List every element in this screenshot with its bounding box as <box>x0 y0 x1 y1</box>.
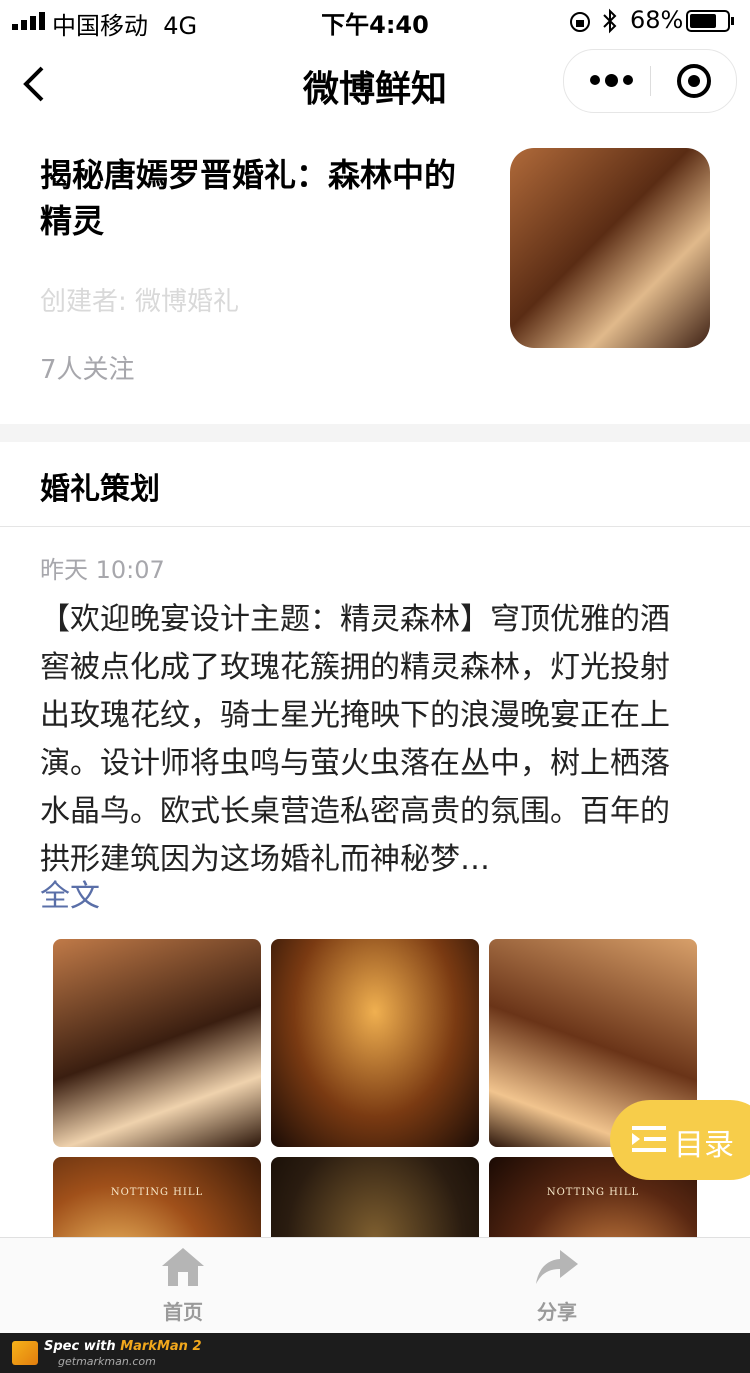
post-image[interactable] <box>53 939 261 1147</box>
topic-title: 揭秘唐嫣罗晋婚礼：森林中的精灵 <box>40 156 457 240</box>
tab-share[interactable]: 分享 <box>497 1246 617 1325</box>
tab-home-label: 首页 <box>163 1300 203 1324</box>
markman-url: getmarkman.com <box>58 1355 156 1368</box>
image-brand-text: NOTTING HILL <box>546 1187 640 1198</box>
markman-footer: Spec with MarkMan 2 getmarkman.com <box>0 1333 750 1373</box>
tab-home[interactable]: 首页 <box>123 1246 243 1325</box>
section-title: 婚礼策划 <box>40 472 160 507</box>
battery-percent: 68% <box>630 6 684 34</box>
list-icon <box>632 1126 666 1152</box>
post-image[interactable] <box>271 939 479 1147</box>
post-text: 【欢迎晚宴设计主题：精灵森林】穹顶优雅的酒窖被点化成了玫瑰花簇拥的精灵森林，灯光… <box>40 602 670 877</box>
more-icon[interactable] <box>590 74 638 87</box>
close-program-icon[interactable] <box>677 64 711 98</box>
topic-cover-image <box>510 148 710 348</box>
topic-creator: 创建者: 微博婚礼 <box>40 287 240 317</box>
post-timestamp: 昨天 10:07 <box>40 556 165 584</box>
toc-label: 目录 <box>674 1128 734 1163</box>
section-gap <box>0 424 750 442</box>
bluetooth-icon <box>603 8 617 34</box>
tab-share-label: 分享 <box>537 1300 577 1324</box>
status-bar: 中国移动 4G 下午4:40 68% <box>0 0 750 40</box>
markman-logo-icon <box>12 1341 38 1365</box>
rotation-lock-icon <box>570 12 590 32</box>
home-icon <box>162 1248 204 1286</box>
miniprogram-capsule <box>563 49 737 113</box>
image-brand-text: NOTTING HILL <box>110 1187 204 1198</box>
markman-brand: Spec with MarkMan 2 <box>44 1339 202 1354</box>
share-icon <box>536 1250 578 1284</box>
bottom-bar: 首页 分享 <box>0 1237 750 1334</box>
toc-button[interactable]: 目录 <box>610 1100 750 1180</box>
battery-icon <box>686 10 734 32</box>
divider <box>0 526 750 527</box>
full-text-link[interactable]: 全文 <box>40 871 100 915</box>
follower-count: 7人关注 <box>40 355 135 385</box>
capsule-divider <box>650 66 651 96</box>
nav-bar: 微博鲜知 <box>0 40 750 130</box>
